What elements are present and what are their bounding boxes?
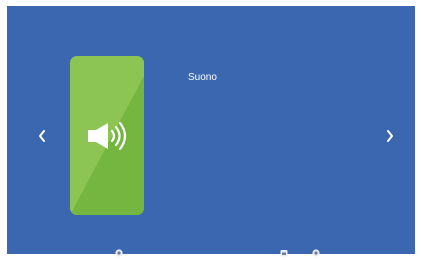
- speaker-volume-icon: [88, 122, 127, 150]
- chevron-right-icon: [387, 130, 393, 142]
- sound-settings-card[interactable]: [70, 56, 144, 215]
- gear-icon[interactable]: [115, 249, 123, 257]
- chevron-left-icon: [39, 130, 45, 142]
- previous-button[interactable]: [35, 128, 49, 144]
- folder-icon[interactable]: [280, 249, 288, 257]
- next-button[interactable]: [383, 128, 397, 144]
- settings-screen: Suono: [7, 6, 415, 257]
- setting-title: Suono: [188, 72, 217, 83]
- gear-icon[interactable]: [312, 249, 320, 257]
